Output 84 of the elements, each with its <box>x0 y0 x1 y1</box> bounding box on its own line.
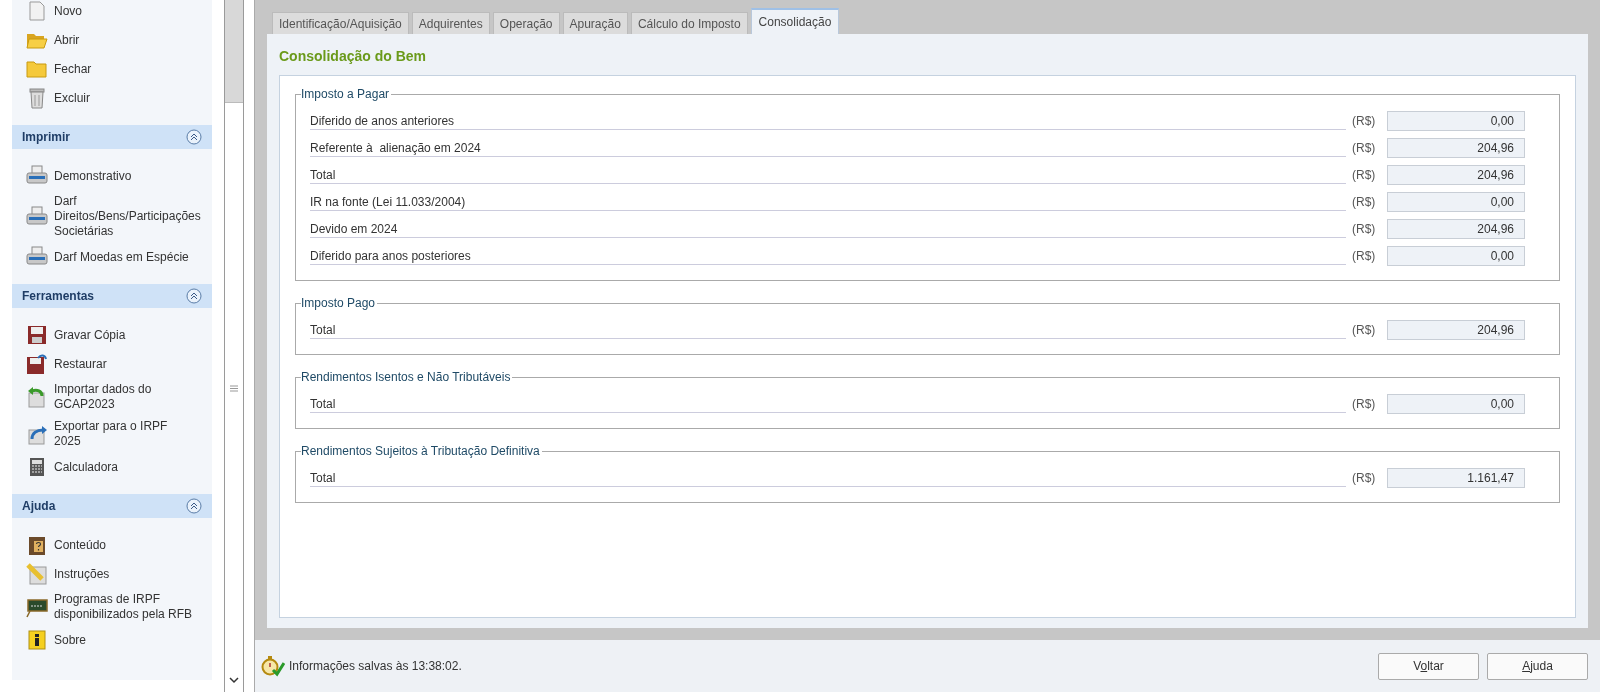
printer-icon <box>26 246 48 268</box>
section-header[interactable]: Imprimir <box>12 125 212 149</box>
field-label: Total <box>310 321 1346 339</box>
dialog-button[interactable]: Voltar <box>1378 652 1479 680</box>
currency-unit: (R$) <box>1351 221 1377 238</box>
folder-icon <box>26 31 48 49</box>
grip-icon <box>230 385 238 392</box>
sidebar-item[interactable]: Gravar Cópia <box>54 327 193 343</box>
calculator-icon <box>29 457 45 477</box>
amount-field[interactable]: 0,00 <box>1387 394 1525 414</box>
stopwatch-check-icon <box>261 655 285 677</box>
printer-icon <box>26 205 48 228</box>
scroll-down-icon[interactable] <box>229 677 239 684</box>
sidebar-item[interactable]: Abrir <box>54 32 193 48</box>
chalkboard-icon <box>26 596 48 618</box>
amount-field[interactable]: 0,00 <box>1387 111 1525 131</box>
amount-field[interactable]: 204,96 <box>1387 219 1525 239</box>
currency-unit: (R$) <box>1351 194 1377 211</box>
section-title: Imprimir <box>22 129 70 146</box>
tab[interactable]: Identificação/Aquisição <box>272 12 409 34</box>
sidebar-item[interactable]: Darf Moedas em Espécie <box>54 249 193 265</box>
tab[interactable]: Apuração <box>562 12 628 34</box>
field-label: Total <box>310 469 1346 487</box>
amount-field[interactable]: 0,00 <box>1387 192 1525 212</box>
currency-unit: (R$) <box>1351 322 1377 339</box>
trash-icon <box>28 87 46 109</box>
export-arrow-icon <box>26 423 48 445</box>
field-label: Total <box>310 166 1346 184</box>
currency-unit: (R$) <box>1351 113 1377 130</box>
group-title: Imposto a Pagar <box>301 87 392 102</box>
tab[interactable]: Cálculo do Imposto <box>630 12 748 34</box>
pencil-note-icon <box>26 563 48 585</box>
field-label: Devido em 2024 <box>310 220 1346 238</box>
currency-unit: (R$) <box>1351 470 1377 487</box>
field-label: Referente à alienação em 2024 <box>310 139 1346 157</box>
amount-field[interactable]: 204,96 <box>1387 320 1525 340</box>
sidebar-item[interactable]: Demonstrativo <box>54 168 193 184</box>
status-message: Informações salvas às 13:38:02. <box>289 658 462 675</box>
field-label: Diferido de anos anteriores <box>310 112 1346 130</box>
sidebar-item[interactable]: Programas de IRPF disponibilizados pela RFB <box>54 592 193 622</box>
sidebar-item[interactable]: Restaurar <box>54 356 193 372</box>
collapse-icon[interactable] <box>186 288 202 304</box>
currency-unit: (R$) <box>1351 248 1377 265</box>
currency-unit: (R$) <box>1351 167 1377 184</box>
scrollbar[interactable] <box>224 0 244 692</box>
sidebar-item[interactable]: Conteúdo <box>54 537 193 553</box>
field-label: Diferido para anos posteriores <box>310 247 1346 265</box>
tab[interactable]: Operação <box>492 12 560 34</box>
scrollbar-thumb[interactable] <box>225 0 243 103</box>
dialog-button[interactable]: Ajuda <box>1487 652 1588 680</box>
amount-field[interactable]: 204,96 <box>1387 165 1525 185</box>
section-title: Ferramentas <box>22 288 95 305</box>
section-title: Ajuda <box>22 498 56 515</box>
info-icon <box>28 630 46 650</box>
import-arrow-icon <box>26 386 48 408</box>
currency-unit: (R$) <box>1351 396 1377 413</box>
group-title: Imposto Pago <box>301 296 378 311</box>
tab[interactable]: Consolidação <box>750 8 840 34</box>
tab[interactable]: Adquirentes <box>411 12 490 34</box>
currency-unit: (R$) <box>1351 140 1377 157</box>
sidebar-item[interactable]: Novo <box>54 3 193 19</box>
printer-icon <box>26 165 48 187</box>
collapse-icon[interactable] <box>186 129 202 145</box>
folder-icon <box>26 60 48 78</box>
sidebar-item[interactable]: Sobre <box>54 632 193 648</box>
section-header[interactable]: Ajuda <box>12 494 212 518</box>
panel-title: Consolidação do Bem <box>279 47 428 66</box>
collapse-icon[interactable] <box>186 498 202 514</box>
amount-field[interactable]: 204,96 <box>1387 138 1525 158</box>
sidebar-item[interactable]: Darf Direitos/Bens/Participações Societárias <box>54 194 201 239</box>
sidebar-item[interactable]: Importar dados do GCAP2023 <box>54 382 193 412</box>
amount-field[interactable]: 1.161,47 <box>1387 468 1525 488</box>
field-label: IR na fonte (Lei 11.033/2004) <box>310 193 1346 211</box>
amount-field[interactable]: 0,00 <box>1387 246 1525 266</box>
sidebar-item[interactable]: Calculadora <box>54 459 193 475</box>
help-book-icon <box>28 534 46 556</box>
sidebar-item[interactable]: Exportar para o IRPF 2025 <box>54 419 193 449</box>
section-header[interactable]: Ferramentas <box>12 284 212 308</box>
sidebar-item[interactable]: Excluir <box>54 90 193 106</box>
sidebar-item[interactable]: Fechar <box>54 61 193 77</box>
sidebar-item[interactable]: Instruções <box>54 566 193 582</box>
floppy-arrow-icon <box>26 353 48 375</box>
group-title: Rendimentos Sujeitos à Tributação Definitiva <box>301 444 542 459</box>
field-label: Total <box>310 395 1346 413</box>
